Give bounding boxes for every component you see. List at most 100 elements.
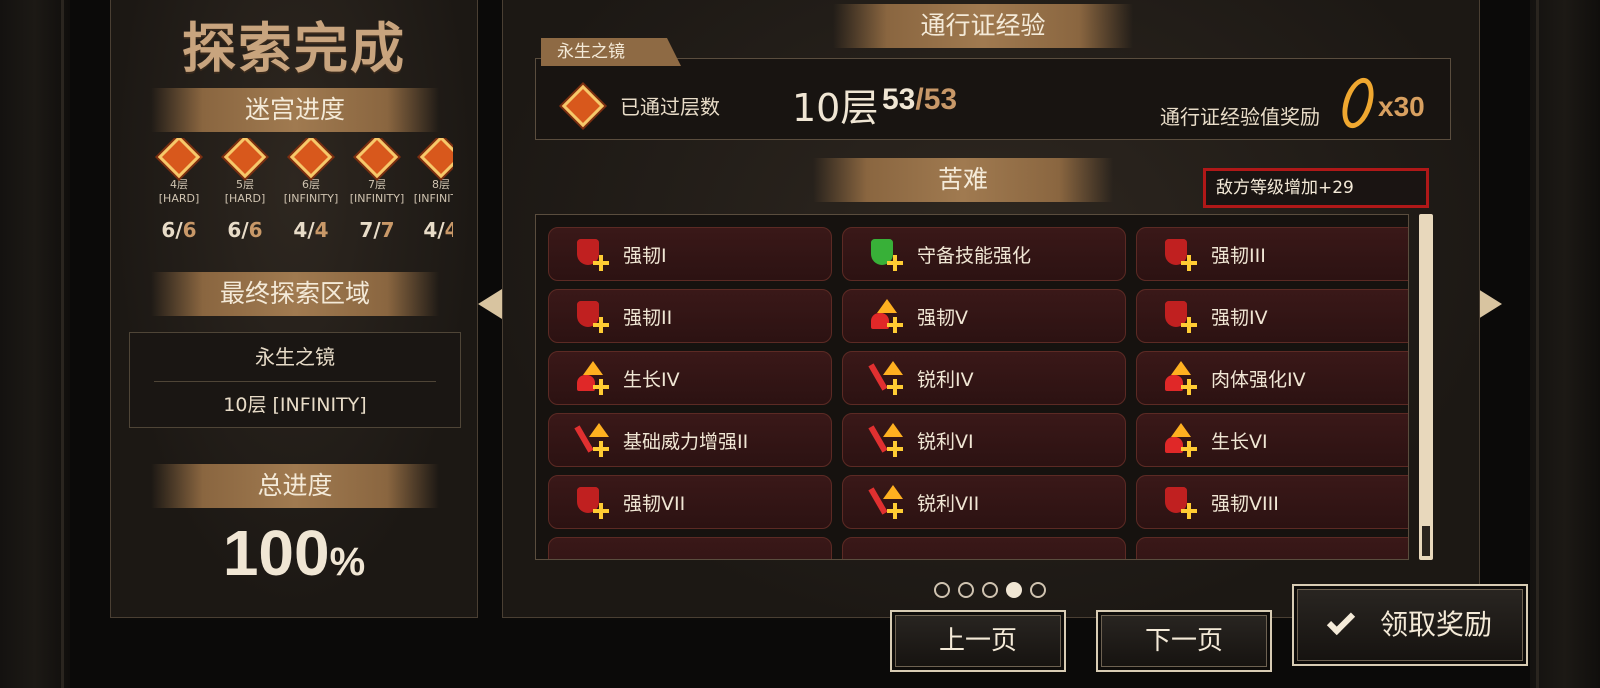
hardship-item[interactable]: 强韧VII bbox=[548, 475, 832, 529]
hardship-scrollbar[interactable] bbox=[1419, 214, 1433, 560]
hardship-item[interactable]: 强韧V bbox=[842, 289, 1126, 343]
prev-page-button[interactable]: 上一页 bbox=[890, 610, 1066, 672]
right-edge-decor bbox=[1530, 0, 1600, 688]
hardship-item[interactable]: 强韧IV bbox=[1136, 289, 1408, 343]
shield-arrow-plus-icon bbox=[575, 299, 609, 333]
shield-arrows-plus-icon bbox=[1163, 485, 1197, 519]
hardship-item[interactable]: 守备技能强化 bbox=[842, 227, 1126, 281]
maze-difficulty: [HARD] bbox=[158, 192, 200, 205]
maze-difficulty: [INFINITY] bbox=[283, 192, 339, 205]
hardship-item-partial bbox=[842, 537, 1126, 559]
hardship-label: 强韧I bbox=[623, 244, 667, 267]
hardship-label: 生长VI bbox=[1211, 430, 1268, 453]
left-edge-decor bbox=[0, 0, 70, 688]
floor-badge-icon bbox=[561, 84, 605, 128]
passed-floors-label: 已通过层数 bbox=[620, 95, 720, 119]
hardship-item[interactable]: 强韧II bbox=[548, 289, 832, 343]
hardship-item-partial bbox=[548, 537, 832, 559]
page-dot[interactable] bbox=[1006, 582, 1022, 598]
final-area-name: 永生之镜 bbox=[255, 345, 335, 369]
hardship-label: 守备技能强化 bbox=[917, 244, 1032, 267]
maze-item: 7层 [INFINITY] 7/7 bbox=[345, 138, 409, 242]
hardship-label: 锐利IV bbox=[917, 368, 974, 391]
total-progress-value: 100% bbox=[222, 517, 366, 589]
enemy-level-badge: 敌方等级增加+29 bbox=[1203, 168, 1429, 208]
hardship-label: 强韧IV bbox=[1211, 306, 1268, 329]
maze-floor: 8层 bbox=[432, 178, 450, 191]
page-dot[interactable] bbox=[958, 582, 974, 598]
sword-arrow-plus-icon bbox=[868, 423, 903, 457]
hardship-label: 强韧II bbox=[623, 306, 673, 329]
maze-difficulty: [INFINITY] bbox=[349, 192, 405, 205]
pass-info-box: 已通过层数 10层 53/53 通行证经验值奖励 x30 bbox=[535, 58, 1451, 140]
hardship-item[interactable]: 生长VI bbox=[1136, 413, 1408, 467]
area-tag: 永生之镜 bbox=[541, 38, 681, 66]
hardship-item[interactable]: 锐利VII bbox=[842, 475, 1126, 529]
maze-progress-strip[interactable]: 3层[HARD]6/64层[HARD]6/65层[HARD]6/66层[INFI… bbox=[137, 138, 453, 258]
check-icon bbox=[1326, 606, 1356, 636]
page-dot[interactable] bbox=[982, 582, 998, 598]
body-arrow-icon bbox=[1163, 361, 1197, 395]
maze-count: 6/6 bbox=[137, 218, 143, 242]
hardship-item[interactable]: 锐利VI bbox=[842, 413, 1126, 467]
maze-item: 3层[HARD] 6/6 bbox=[137, 138, 143, 242]
floor-badge-icon bbox=[289, 138, 333, 179]
hardship-item[interactable]: 强韧III bbox=[1136, 227, 1408, 281]
exp-token-icon bbox=[1336, 73, 1380, 133]
maze-item: 5层 [HARD] 6/6 bbox=[213, 138, 277, 242]
maze-difficulty: [HARD] bbox=[224, 192, 266, 205]
maze-item: 6层 [INFINITY] 4/4 bbox=[279, 138, 343, 242]
page-dot[interactable] bbox=[1030, 582, 1046, 598]
maze-floor: 5层 bbox=[236, 178, 254, 191]
hardship-list[interactable]: 强韧I 守备技能强化 强韧III 强韧II 强韧V 强韧IV 生长IV 锐利IV 肉体强化IV 基… bbox=[535, 214, 1409, 560]
maze-count: 4/4 bbox=[423, 218, 453, 242]
maze-count: 6/6 bbox=[227, 218, 263, 242]
hardship-label: 基础威力增强II bbox=[623, 430, 749, 453]
maze-floor: 6层 bbox=[302, 178, 320, 191]
hardship-label: 强韧VII bbox=[623, 492, 686, 515]
maze-progress-banner: 迷宫进度 bbox=[151, 88, 439, 132]
page-dot[interactable] bbox=[934, 582, 950, 598]
exploration-summary-panel: 探索完成 迷宫进度 3层[HARD]6/64层[HARD]6/65层[HARD]… bbox=[110, 0, 478, 618]
maze-difficulty: [INFINITY] bbox=[413, 192, 453, 205]
final-area-level: 10层 [INFINITY] bbox=[223, 394, 367, 416]
maze-item: 8层[INFINITY] 4/4 bbox=[409, 138, 453, 242]
hardship-label: 强韧V bbox=[917, 306, 968, 329]
claim-reward-button[interactable]: 领取奖励 bbox=[1292, 584, 1528, 666]
arrows-plus-icon bbox=[869, 299, 903, 333]
final-area-banner: 最终探索区域 bbox=[151, 272, 439, 316]
arrow-heart-plus-icon bbox=[1163, 423, 1197, 457]
shield-arrows-plus-icon bbox=[1163, 299, 1197, 333]
next-page-button[interactable]: 下一页 bbox=[1096, 610, 1272, 672]
sword-arrow-icon bbox=[574, 423, 609, 457]
red-shield-heart-icon bbox=[575, 237, 609, 271]
maze-floor: 4层 bbox=[170, 178, 188, 191]
hardship-label: 强韧VIII bbox=[1211, 492, 1279, 515]
hardship-label: 锐利VI bbox=[917, 430, 974, 453]
green-shield-plus-icon bbox=[869, 237, 903, 271]
maze-count: 7/7 bbox=[359, 218, 395, 242]
maze-item: 4层 [HARD] 6/6 bbox=[147, 138, 211, 242]
reward-label: 通行证经验值奖励 bbox=[1160, 105, 1320, 129]
hardship-item[interactable]: 肉体强化IV bbox=[1136, 351, 1408, 405]
hardship-item[interactable]: 强韧VIII bbox=[1136, 475, 1408, 529]
floor-badge-icon bbox=[223, 138, 267, 179]
hardship-item[interactable]: 生长IV bbox=[548, 351, 832, 405]
shield-arrow-heart-icon bbox=[1163, 237, 1197, 271]
hardship-label: 生长IV bbox=[623, 368, 680, 391]
page-indicator bbox=[934, 582, 1046, 598]
hardship-label: 肉体强化IV bbox=[1211, 368, 1306, 391]
arrow-heart-plus-icon bbox=[575, 361, 609, 395]
hardship-item[interactable]: 锐利IV bbox=[842, 351, 1126, 405]
passed-count: 53/53 bbox=[882, 83, 958, 116]
hardship-banner: 苦难 bbox=[813, 158, 1113, 202]
maze-floor: 7层 bbox=[368, 178, 386, 191]
hardship-item[interactable]: 强韧I bbox=[548, 227, 832, 281]
page-title: 探索完成 bbox=[182, 17, 406, 80]
pass-exp-banner: 通行证经验 bbox=[833, 4, 1133, 48]
pass-exp-panel: 通行证经验 已通过层数 10层 53/53 通行证经验值奖励 x30 永生之镜 … bbox=[502, 0, 1480, 618]
sword-arrow-plus-icon bbox=[868, 361, 903, 395]
hardship-item[interactable]: 基础威力增强II bbox=[548, 413, 832, 467]
maze-count: 6/6 bbox=[161, 218, 197, 242]
floor-badge-icon bbox=[157, 138, 201, 179]
